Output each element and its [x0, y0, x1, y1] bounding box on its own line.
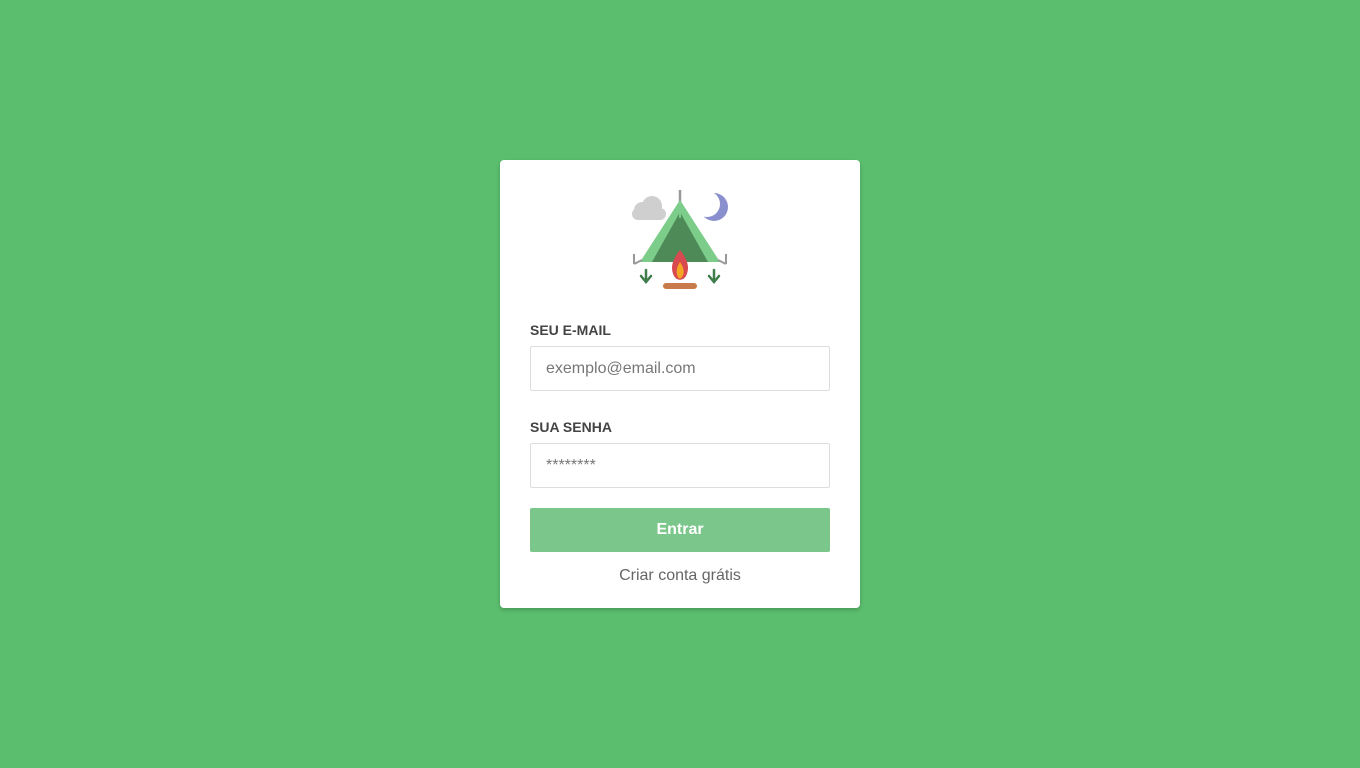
password-label: SUA SENHA: [530, 419, 612, 435]
create-account-link[interactable]: Criar conta grátis: [530, 567, 830, 585]
moon-icon: [694, 191, 728, 221]
email-label: SEU E-MAIL: [530, 322, 611, 338]
password-field[interactable]: [530, 443, 830, 488]
camping-tent-icon: [632, 190, 728, 289]
login-button[interactable]: Entrar: [530, 508, 830, 552]
login-card: SEU E-MAIL SUA SENHA Entrar Criar conta …: [500, 160, 860, 608]
cloud-icon: [632, 196, 666, 220]
email-field[interactable]: [530, 346, 830, 391]
